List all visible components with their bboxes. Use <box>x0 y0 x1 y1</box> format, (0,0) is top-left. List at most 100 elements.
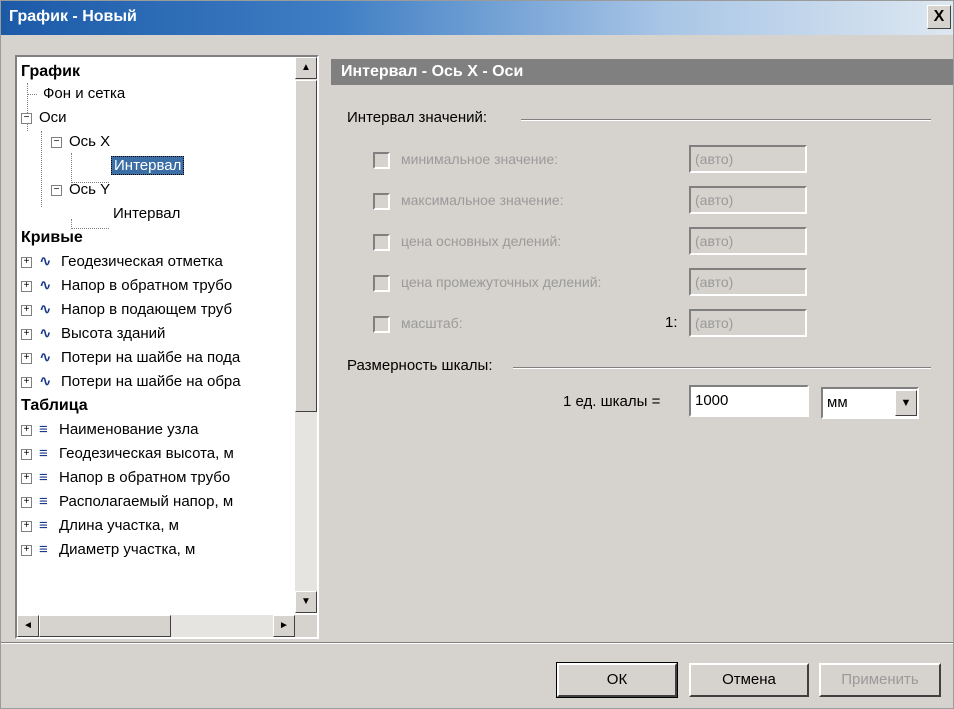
tree-group-graph[interactable]: График <box>21 61 80 83</box>
scale-group-label: Размерность шкалы: <box>347 357 493 374</box>
tree-item-curve[interactable]: + ∿ Потери на шайбе на пода <box>21 347 240 369</box>
lines-icon: ≡ <box>39 445 48 462</box>
expand-icon[interactable]: + <box>21 257 32 268</box>
min-value-checkbox[interactable] <box>373 152 390 169</box>
tree-item-table-column[interactable]: + ≡ Геодезическая высота, м <box>21 443 234 465</box>
unit-select-value: мм <box>827 394 848 411</box>
wave-icon: ∿ <box>39 301 52 318</box>
max-value-input[interactable]: (авто) <box>689 186 807 214</box>
tree-item-curve[interactable]: + ∿ Геодезическая отметка <box>21 251 223 273</box>
wave-icon: ∿ <box>39 253 52 270</box>
unit-value-input[interactable]: 1000 <box>689 385 809 417</box>
scale-checkbox[interactable] <box>373 316 390 333</box>
tree-connector <box>41 131 42 207</box>
minor-tick-input[interactable]: (авто) <box>689 268 807 296</box>
tree-connector <box>27 94 37 95</box>
expand-icon[interactable]: + <box>21 473 32 484</box>
expand-icon[interactable]: + <box>21 425 32 436</box>
scale-input[interactable]: (авто) <box>689 309 807 337</box>
range-group-label: Интервал значений: <box>347 109 488 126</box>
lines-icon: ≡ <box>39 541 48 558</box>
unit-label: 1 ед. шкалы = <box>563 393 661 410</box>
tree-horizontal-scrollbar[interactable]: ◄ ► <box>17 615 295 637</box>
footer-separator <box>1 642 953 644</box>
tree-item-curve[interactable]: + ∿ Напор в подающем труб <box>21 299 232 321</box>
collapse-icon[interactable]: − <box>21 113 32 124</box>
wave-icon: ∿ <box>39 373 52 390</box>
minor-tick-label: цена промежуточных делений: <box>401 274 602 290</box>
lines-icon: ≡ <box>39 421 48 438</box>
settings-tree[interactable]: График Фон и сетка − Оси − Ось X Интерва… <box>15 55 319 639</box>
scroll-thumb[interactable] <box>39 615 171 637</box>
expand-icon[interactable]: + <box>21 353 32 364</box>
tree-item-table-column[interactable]: + ≡ Длина участка, м <box>21 515 179 537</box>
expand-icon[interactable]: + <box>21 305 32 316</box>
collapse-icon[interactable]: − <box>51 185 62 196</box>
apply-button[interactable]: Применить <box>819 663 941 697</box>
lines-icon: ≡ <box>39 517 48 534</box>
major-tick-input[interactable]: (авто) <box>689 227 807 255</box>
expand-icon[interactable]: + <box>21 281 32 292</box>
group-divider <box>521 119 931 121</box>
expand-icon[interactable]: + <box>21 497 32 508</box>
scale-prefix: 1: <box>665 314 678 331</box>
title-bar: График - Новый X <box>1 1 953 35</box>
tree-item-axis-x[interactable]: − Ось X <box>51 131 110 153</box>
max-value-label: максимальное значение: <box>401 192 564 208</box>
tree-item-axes[interactable]: − Оси <box>21 107 67 129</box>
scroll-thumb[interactable] <box>295 80 317 412</box>
dialog-window: График - Новый X График Фон и сетка − Ос… <box>0 0 954 709</box>
close-button[interactable]: X <box>927 5 951 29</box>
tree-item-axis-y[interactable]: − Ось Y <box>51 179 110 201</box>
min-value-label: минимальное значение: <box>401 151 559 167</box>
lines-icon: ≡ <box>39 493 48 510</box>
tree-item-table-column[interactable]: + ≡ Напор в обратном трубо <box>21 467 230 489</box>
tree-vertical-scrollbar[interactable]: ▲ ▼ <box>295 57 317 613</box>
scroll-left-button[interactable]: ◄ <box>17 615 39 637</box>
expand-icon[interactable]: + <box>21 377 32 388</box>
tree-group-table[interactable]: Таблица <box>21 395 88 417</box>
tree-item-background-grid[interactable]: Фон и сетка <box>43 83 125 105</box>
scroll-up-button[interactable]: ▲ <box>295 57 317 79</box>
expand-icon[interactable]: + <box>21 329 32 340</box>
cancel-button[interactable]: Отмена <box>689 663 809 697</box>
arrow-down-icon: ▼ <box>301 596 311 607</box>
tree-item-curve[interactable]: + ∿ Высота зданий <box>21 323 165 345</box>
unit-select-dropdown-button[interactable]: ▼ <box>895 390 917 416</box>
major-tick-label: цена основных делений: <box>401 233 562 249</box>
chevron-down-icon: ▼ <box>900 397 912 409</box>
arrow-right-icon: ► <box>279 620 289 631</box>
minor-tick-checkbox[interactable] <box>373 275 390 292</box>
arrow-left-icon: ◄ <box>23 620 33 631</box>
scroll-down-button[interactable]: ▼ <box>295 591 317 613</box>
expand-icon[interactable]: + <box>21 545 32 556</box>
lines-icon: ≡ <box>39 469 48 486</box>
tree-item-axis-y-interval[interactable]: Интервал <box>113 203 180 225</box>
arrow-up-icon: ▲ <box>301 62 311 73</box>
section-header: Интервал - Ось X - Оси <box>331 59 953 85</box>
ok-button[interactable]: ОК <box>556 662 678 698</box>
tree-item-table-column[interactable]: + ≡ Располагаемый напор, м <box>21 491 233 513</box>
min-value-input[interactable]: (авто) <box>689 145 807 173</box>
wave-icon: ∿ <box>39 325 52 342</box>
max-value-checkbox[interactable] <box>373 193 390 210</box>
tree-rows: График Фон и сетка − Оси − Ось X Интерва… <box>17 61 293 611</box>
wave-icon: ∿ <box>39 277 52 294</box>
tree-item-table-column[interactable]: + ≡ Наименование узла <box>21 419 198 441</box>
scale-label: масштаб: <box>401 315 463 331</box>
collapse-icon[interactable]: − <box>51 137 62 148</box>
expand-icon[interactable]: + <box>21 521 32 532</box>
tree-item-curve[interactable]: + ∿ Потери на шайбе на обра <box>21 371 241 393</box>
major-tick-checkbox[interactable] <box>373 234 390 251</box>
tree-item-table-column[interactable]: + ≡ Диаметр участка, м <box>21 539 195 561</box>
wave-icon: ∿ <box>39 349 52 366</box>
scroll-right-button[interactable]: ► <box>273 615 295 637</box>
tree-item-axis-x-interval[interactable]: Интервал <box>111 155 185 177</box>
group-divider <box>513 367 931 369</box>
window-title: График - Новый <box>9 8 137 25</box>
tree-item-curve[interactable]: + ∿ Напор в обратном трубо <box>21 275 232 297</box>
tree-group-curves[interactable]: Кривые <box>21 227 83 249</box>
scroll-corner <box>295 615 317 637</box>
close-icon: X <box>933 8 945 25</box>
expand-icon[interactable]: + <box>21 449 32 460</box>
